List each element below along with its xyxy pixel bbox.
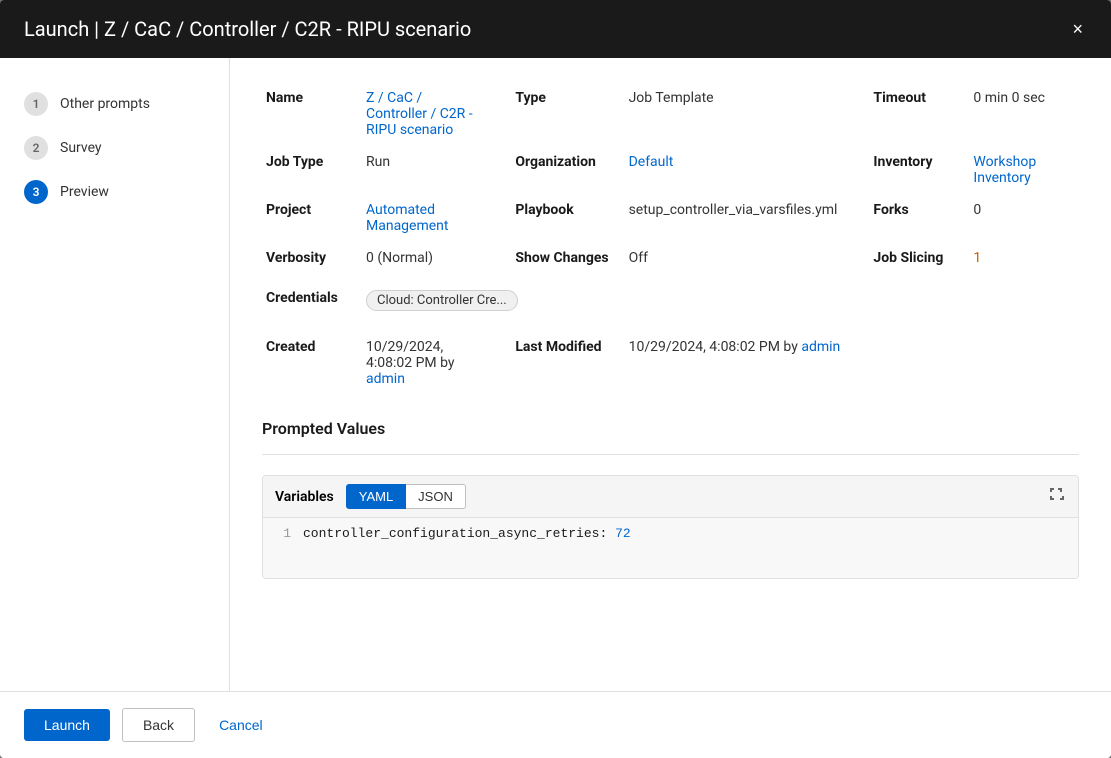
sidebar-item-label-preview: Preview [60,184,109,200]
tab-json[interactable]: JSON [406,484,466,509]
created-value: 10/29/2024, 4:08:02 PM by admin [362,319,511,395]
detail-row-4: Verbosity 0 (Normal) Show Changes Off Jo… [262,242,1079,274]
variables-label: Variables [275,489,334,505]
job-type-value: Run [362,146,511,194]
name-value: Z / CaC / Controller / C2R - RIPU scenar… [362,82,511,146]
organization-value: Default [625,146,870,194]
detail-row-5: Credentials Cloud: Controller Cre... [262,274,1079,319]
back-button[interactable]: Back [122,708,195,742]
line-content: controller_configuration_async_retries: … [303,526,631,541]
launch-button[interactable]: Launch [24,709,110,741]
show-changes-label: Show Changes [511,242,624,274]
modal-body: 1 Other prompts 2 Survey 3 Preview [0,58,1111,691]
inventory-value: Workshop Inventory [969,146,1079,194]
forks-label: Forks [869,194,969,242]
detail-row-2: Job Type Run Organization Default Invent… [262,146,1079,194]
forks-value: 0 [969,194,1079,242]
organization-label: Organization [511,146,624,194]
cancel-button[interactable]: Cancel [207,709,275,741]
sidebar: 1 Other prompts 2 Survey 3 Preview [0,58,230,691]
sidebar-item-survey[interactable]: 2 Survey [0,126,229,170]
variables-header: Variables YAML JSON [263,476,1078,518]
detail-row-3: Project Automated Management Playbook se… [262,194,1079,242]
code-line-1: 1 controller_configuration_async_retries… [263,526,1078,541]
prompted-values-title: Prompted Values [262,419,1079,438]
modal-footer: Launch Back Cancel [0,691,1111,758]
sidebar-item-other-prompts[interactable]: 1 Other prompts [0,82,229,126]
modal-title: Launch | Z / CaC / Controller / C2R - RI… [24,17,471,41]
inventory-label: Inventory [869,146,969,194]
expand-button[interactable] [1046,484,1066,509]
name-link[interactable]: Z / CaC / Controller / C2R - RIPU scenar… [366,90,473,138]
step-1-number: 1 [24,92,48,116]
name-label: Name [262,82,362,146]
created-by-link[interactable]: admin [366,371,405,387]
variables-tab-group: YAML JSON [346,484,466,509]
detail-row-6: Created 10/29/2024, 4:08:02 PM by admin … [262,319,1079,395]
timeout-label: Timeout [869,82,969,146]
playbook-value: setup_controller_via_varsfiles.yml [625,194,870,242]
playbook-label: Playbook [511,194,624,242]
section-divider [262,454,1079,455]
project-link[interactable]: Automated Management [366,202,448,234]
sidebar-item-preview[interactable]: 3 Preview [0,170,229,214]
job-type-label: Job Type [262,146,362,194]
line-number: 1 [263,526,303,541]
modal-header: Launch | Z / CaC / Controller / C2R - RI… [0,0,1111,58]
main-content: Name Z / CaC / Controller / C2R - RIPU s… [230,58,1111,691]
project-value: Automated Management [362,194,511,242]
variables-section: Variables YAML JSON [262,475,1079,579]
step-2-number: 2 [24,136,48,160]
close-button[interactable]: × [1068,16,1087,42]
last-modified-label: Last Modified [511,319,624,395]
credentials-label: Credentials [262,274,362,319]
detail-row-1: Name Z / CaC / Controller / C2R - RIPU s… [262,82,1079,146]
tab-yaml[interactable]: YAML [346,484,406,509]
project-label: Project [262,194,362,242]
modal-overlay: Launch | Z / CaC / Controller / C2R - RI… [0,0,1111,758]
inventory-link[interactable]: Workshop Inventory [973,154,1036,186]
modal: Launch | Z / CaC / Controller / C2R - RI… [0,0,1111,758]
verbosity-value: 0 (Normal) [362,242,511,274]
expand-icon [1048,486,1064,502]
details-table: Name Z / CaC / Controller / C2R - RIPU s… [262,82,1079,395]
sidebar-item-label-survey: Survey [60,140,102,156]
credentials-value: Cloud: Controller Cre... [362,274,1079,319]
prompted-values-section: Prompted Values Variables YAML JSON [262,419,1079,579]
sidebar-item-label-other-prompts: Other prompts [60,96,150,112]
organization-link[interactable]: Default [629,154,674,170]
job-slicing-value: 1 [969,242,1079,274]
last-modified-value: 10/29/2024, 4:08:02 PM by admin [625,319,1079,395]
created-label: Created [262,319,362,395]
job-slicing-label: Job Slicing [869,242,969,274]
code-area: 1 controller_configuration_async_retries… [263,518,1078,578]
last-modified-by-link[interactable]: admin [801,339,840,355]
job-slicing-number: 1 [973,250,981,266]
type-value: Job Template [625,82,870,146]
timeout-value: 0 min 0 sec [969,82,1079,146]
show-changes-value: Off [625,242,870,274]
credential-tag: Cloud: Controller Cre... [366,290,518,311]
verbosity-label: Verbosity [262,242,362,274]
type-label: Type [511,82,624,146]
step-3-number: 3 [24,180,48,204]
